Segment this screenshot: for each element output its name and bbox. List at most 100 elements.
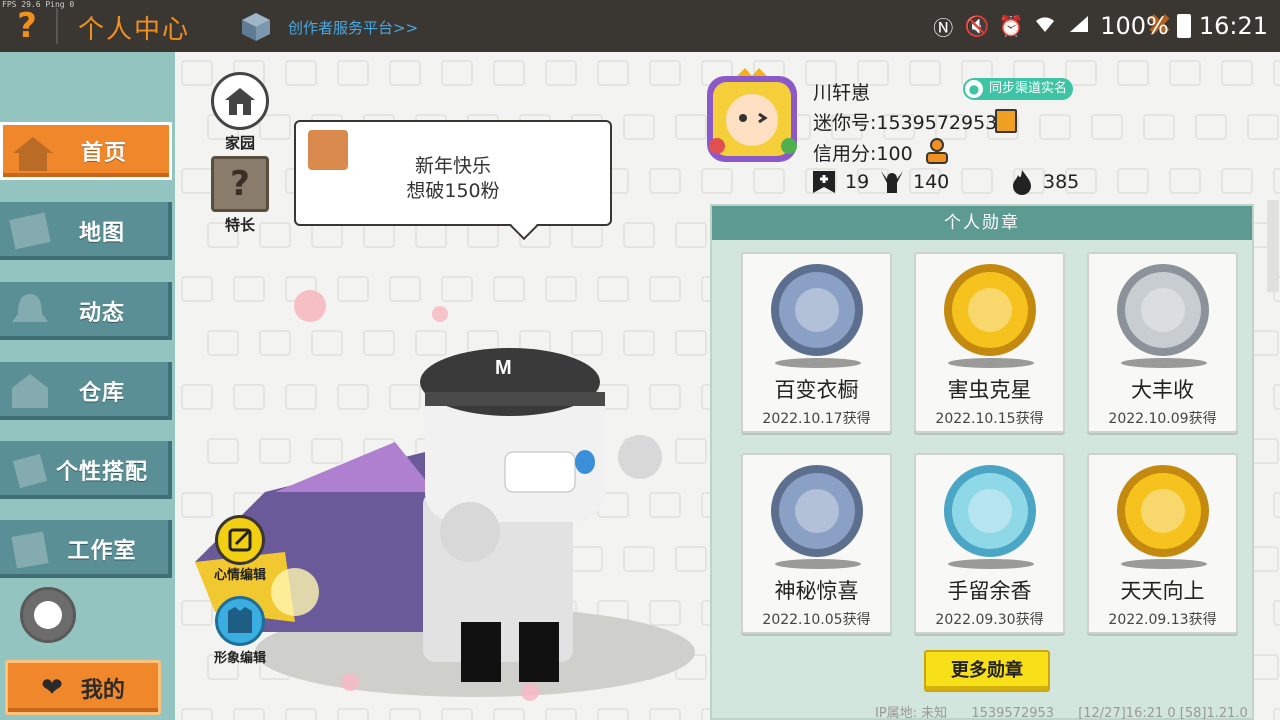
follows-count: 19 xyxy=(845,171,870,193)
medal-card[interactable]: 害虫克星 2022.10.15获得 xyxy=(914,252,1065,433)
background-tile xyxy=(1273,168,1280,194)
mood-edit-button[interactable] xyxy=(215,515,265,565)
background-tile xyxy=(337,60,369,86)
battery-icon xyxy=(1176,14,1191,38)
mood-speech-bubble[interactable]: 新年快乐 想破150粉 xyxy=(294,120,612,226)
medal-date: 2022.10.09获得 xyxy=(1108,411,1217,427)
player-avatar[interactable] xyxy=(703,68,801,166)
sidebar-item-label: 动态 xyxy=(78,301,125,326)
sync-badge-label: 同步渠道实名 xyxy=(989,81,1068,96)
more-medals-button[interactable]: 更多勋章 xyxy=(924,650,1050,692)
sidebar-item-studio[interactable]: 工作室 xyxy=(0,520,172,578)
shirt-icon xyxy=(228,607,252,633)
background-tile xyxy=(675,222,707,248)
question-block-icon: ? xyxy=(211,156,269,212)
background-tile xyxy=(285,60,317,86)
look-edit-label: 形象编辑 xyxy=(213,651,266,666)
sidebar-item-label: 工作室 xyxy=(67,539,137,564)
medal-date: 2022.10.15获得 xyxy=(935,411,1044,427)
skill-button[interactable]: ? 特长 xyxy=(208,156,272,235)
battery-percent: 100% xyxy=(1100,12,1169,40)
sidebar-item-feed[interactable]: 动态 xyxy=(0,282,172,340)
character-eyepatch xyxy=(504,451,576,493)
medal-shadow xyxy=(948,358,1034,368)
popularity-count: 385 xyxy=(1043,171,1080,193)
mood-line-2: 想破150粉 xyxy=(406,180,500,202)
character-paw-right xyxy=(618,435,662,479)
nfc-icon: Ⓝ xyxy=(933,15,954,40)
medal-shadow xyxy=(775,559,861,569)
mood-edit-label: 心情编辑 xyxy=(213,568,266,583)
credit-user-icon[interactable] xyxy=(923,137,951,165)
medal-card[interactable]: 神秘惊喜 2022.10.05获得 xyxy=(741,453,892,634)
car-wing xyxy=(275,442,435,492)
medal-icon xyxy=(1117,465,1209,557)
creator-platform-link[interactable]: 创作者服务平台>> xyxy=(288,17,418,38)
background-tile xyxy=(1091,114,1123,140)
scrollbar[interactable] xyxy=(1267,200,1279,292)
footer-uid: 1539572953 xyxy=(971,706,1055,720)
sync-verification-badge[interactable]: ● 同步渠道实名 xyxy=(963,78,1074,100)
mood-text: 新年快乐 想破150粉 xyxy=(296,154,610,204)
character-leg-right xyxy=(519,622,559,682)
medal-date: 2022.10.05获得 xyxy=(762,612,871,628)
house-icon xyxy=(211,72,269,130)
medal-card[interactable]: 大丰收 2022.10.09获得 xyxy=(1087,252,1238,433)
background-tile xyxy=(753,168,785,194)
background-tile xyxy=(649,60,681,86)
fans-stat[interactable]: 140 xyxy=(879,169,1009,195)
background-tile xyxy=(1039,114,1071,140)
edit-icon xyxy=(228,528,252,552)
petal xyxy=(294,290,326,322)
background-tile xyxy=(493,60,525,86)
flame-icon xyxy=(1013,170,1031,195)
medal-card[interactable]: 天天向上 2022.09.13获得 xyxy=(1087,453,1238,634)
background-tile xyxy=(1273,600,1280,626)
sidebar-item-home[interactable]: 首页 xyxy=(0,122,172,180)
home-garden-button[interactable]: 家园 xyxy=(208,72,272,153)
skill-label: 特长 xyxy=(224,216,255,234)
follows-stat[interactable]: 19 xyxy=(811,169,879,195)
build-info: [12/27]16:21 0 [58]1.21.0 xyxy=(1078,706,1248,720)
medal-card[interactable]: 手留余香 2022.09.30获得 xyxy=(914,453,1065,634)
mine-button[interactable]: ❤ 我的 xyxy=(5,660,161,715)
title-divider xyxy=(56,8,58,44)
heart-icon: ❤ xyxy=(41,672,63,703)
medal-name: 手留余香 xyxy=(947,579,1032,603)
floating-circle-button[interactable] xyxy=(20,587,76,643)
sidebar-item-warehouse[interactable]: 仓库 xyxy=(0,362,172,420)
petal xyxy=(341,673,359,691)
help-icon[interactable]: ? xyxy=(10,6,44,46)
copy-icon[interactable] xyxy=(995,109,1017,133)
creator-cube-icon[interactable] xyxy=(240,11,272,43)
background-tile xyxy=(623,114,655,140)
popularity-stat[interactable]: 385 xyxy=(1009,169,1079,195)
credit-score: 信用分:100 xyxy=(813,143,913,165)
background-tile xyxy=(1195,114,1227,140)
mini-id: 迷你号:1539572953 xyxy=(813,112,998,134)
mute-icon: 🔇 xyxy=(964,14,990,38)
character-cap-band xyxy=(425,392,605,406)
sidebar-item-map[interactable]: 地图 xyxy=(0,202,172,260)
look-edit-button[interactable] xyxy=(215,596,265,646)
background-tile xyxy=(1273,60,1280,86)
medal-card[interactable]: 百变衣橱 2022.10.17获得 xyxy=(741,252,892,433)
background-tile xyxy=(1273,384,1280,410)
background-tile xyxy=(1117,60,1149,86)
medal-date: 2022.10.17获得 xyxy=(762,411,871,427)
background-tile xyxy=(1273,492,1280,518)
cap-letter: M xyxy=(495,357,512,379)
character-eye xyxy=(575,450,595,474)
medal-icon xyxy=(944,264,1036,356)
fans-count: 140 xyxy=(913,171,950,193)
medal-name: 天天向上 xyxy=(1120,579,1205,603)
character-paw-left xyxy=(440,502,500,562)
background-tile xyxy=(1247,114,1279,140)
sidebar-item-label: 个性搭配 xyxy=(55,460,148,485)
sidebar-item-outfit[interactable]: 个性搭配 xyxy=(0,441,172,499)
medal-name: 神秘惊喜 xyxy=(774,579,859,603)
mood-line-1: 新年快乐 xyxy=(414,155,491,177)
background-tile xyxy=(1169,60,1201,86)
medal-panel: 个人勋章 百变衣橱 2022.10.17获得 害虫克星 2022.10.15获得 大丰收… xyxy=(710,204,1254,720)
sidebar-item-label: 仓库 xyxy=(78,381,125,406)
